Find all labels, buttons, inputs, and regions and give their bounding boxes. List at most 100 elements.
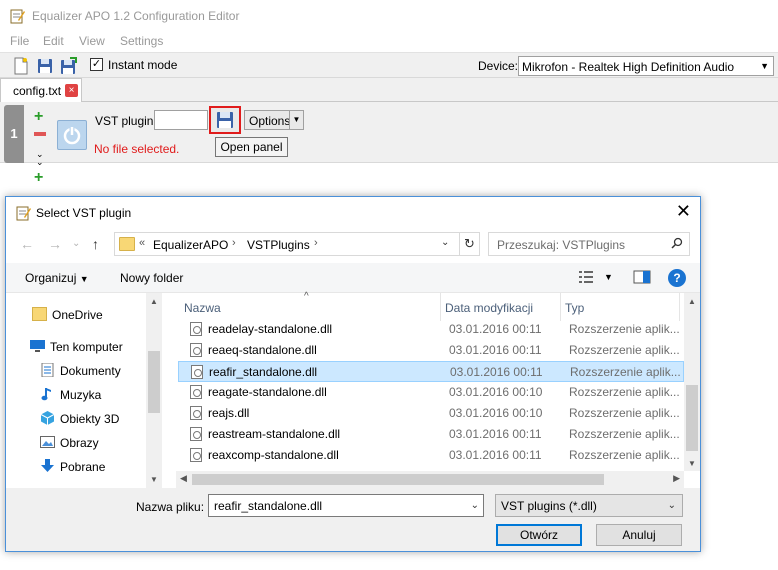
- add-filter-icon[interactable]: +: [34, 170, 46, 186]
- file-name: reastream-standalone.dll: [208, 427, 341, 441]
- power-toggle-button[interactable]: [57, 120, 87, 150]
- power-icon: [63, 126, 81, 145]
- column-label: Typ: [565, 301, 585, 315]
- close-icon[interactable]: ✕: [676, 202, 691, 220]
- list-item[interactable]: reaeq-standalone.dll 03.01.2016 00:11 Ro…: [178, 340, 684, 361]
- column-header-type[interactable]: Typ: [561, 293, 679, 321]
- column-divider[interactable]: [679, 293, 680, 321]
- add-filter-above-icon[interactable]: +: [34, 109, 46, 125]
- file-date: 03.01.2016 00:10: [449, 406, 543, 420]
- new-folder-button[interactable]: Nowy folder: [120, 271, 183, 285]
- vst-plugin-label: VST plugin:: [95, 114, 157, 128]
- filename-value: reafir_standalone.dll: [214, 499, 323, 513]
- column-header-date[interactable]: Data modyfikacji: [441, 293, 559, 321]
- menu-settings[interactable]: Settings: [120, 34, 163, 48]
- save-icon: [217, 112, 233, 128]
- file-type: Rozszerzenie aplik...: [569, 385, 680, 399]
- nav-scrollbar[interactable]: ▲ ▼: [146, 293, 162, 488]
- column-header-name[interactable]: Nazwa ^: [176, 291, 440, 321]
- menu-view[interactable]: View: [79, 34, 105, 48]
- chevron-down-icon[interactable]: ⌄ ⌄: [36, 150, 44, 167]
- chevron-down-icon[interactable]: ▼: [604, 272, 613, 282]
- dll-file-icon: [190, 385, 202, 399]
- up-arrow-icon[interactable]: ↑: [92, 236, 99, 252]
- forward-arrow-icon[interactable]: →: [48, 236, 62, 252]
- chevron-right-icon[interactable]: ›: [314, 237, 318, 249]
- chevron-down-icon[interactable]: ⌄: [441, 237, 449, 248]
- file-list-vertical-scrollbar[interactable]: ▲ ▼: [684, 293, 700, 471]
- chevron-down-icon[interactable]: ▼: [289, 111, 303, 129]
- title-bar: Equalizer APO 1.2 Configuration Editor: [0, 0, 778, 32]
- open-button[interactable]: Otwórz: [496, 524, 582, 546]
- tab-config[interactable]: config.txt ×: [0, 78, 82, 102]
- dialog-title: Select VST plugin: [36, 206, 132, 220]
- cancel-button[interactable]: Anuluj: [596, 524, 682, 546]
- breadcrumb-vstplugins[interactable]: VSTPlugins: [247, 238, 310, 252]
- save-icon[interactable]: [36, 57, 54, 75]
- search-icon: [671, 237, 683, 249]
- refresh-icon[interactable]: ↻: [459, 233, 479, 255]
- instant-mode-checkbox[interactable]: ✓: [90, 58, 103, 71]
- save-as-icon[interactable]: [59, 57, 77, 75]
- view-options-icon[interactable]: [578, 270, 596, 284]
- nav-label: Obiekty 3D: [60, 412, 120, 426]
- nav-label: Muzyka: [60, 388, 102, 402]
- download-arrow-icon: [41, 459, 54, 472]
- window-title: Equalizer APO 1.2 Configuration Editor: [32, 9, 240, 23]
- organize-button[interactable]: Organizuj ▼: [25, 271, 89, 285]
- breadcrumb-equalizerapo[interactable]: EqualizerAPO: [153, 238, 228, 252]
- dll-file-icon: [190, 343, 202, 357]
- scroll-thumb[interactable]: [148, 351, 160, 413]
- vst-plugin-path-input[interactable]: [154, 110, 208, 130]
- scroll-down-icon[interactable]: ▼: [150, 475, 158, 484]
- menu-bar: File Edit View Settings: [0, 32, 778, 52]
- file-type-value: VST plugins (*.dll): [501, 499, 597, 513]
- nav-label: Dokumenty: [60, 364, 121, 378]
- chevron-down-icon[interactable]: ⌄: [72, 238, 80, 249]
- scroll-thumb[interactable]: [686, 385, 698, 451]
- menu-file[interactable]: File: [10, 34, 29, 48]
- list-item[interactable]: reaxcomp-standalone.dll 03.01.2016 00:11…: [178, 445, 684, 466]
- music-note-icon: [41, 388, 51, 401]
- scroll-thumb[interactable]: [192, 474, 604, 485]
- breadcrumb-overflow[interactable]: «: [139, 237, 145, 249]
- list-item[interactable]: reajs.dll 03.01.2016 00:10 Rozszerzenie …: [178, 403, 684, 424]
- navigation-pane: OneDrive Ten komputer Dokumenty Muzyka O…: [6, 293, 162, 488]
- search-input[interactable]: Przeszukaj: VSTPlugins: [488, 232, 690, 256]
- file-list-horizontal-scrollbar[interactable]: ◀ ▶: [176, 471, 684, 488]
- help-icon[interactable]: ?: [668, 269, 686, 287]
- list-item[interactable]: readelay-standalone.dll 03.01.2016 00:11…: [178, 319, 684, 340]
- list-item[interactable]: reastream-standalone.dll 03.01.2016 00:1…: [178, 424, 684, 445]
- notepad-icon: [10, 9, 25, 24]
- close-tab-icon[interactable]: ×: [65, 84, 78, 97]
- scroll-up-icon[interactable]: ▲: [150, 297, 158, 306]
- list-item[interactable]: reagate-standalone.dll 03.01.2016 00:10 …: [178, 382, 684, 403]
- open-file-button[interactable]: [209, 106, 241, 134]
- file-type-select[interactable]: VST plugins (*.dll) ⌄: [495, 494, 683, 517]
- chevron-right-icon[interactable]: ›: [232, 237, 236, 249]
- device-select[interactable]: Mikrofon - Realtek High Definition Audio…: [518, 56, 774, 76]
- computer-icon: [30, 340, 45, 352]
- sort-ascending-icon: ^: [304, 291, 309, 302]
- chevron-down-icon[interactable]: ⌄: [471, 500, 479, 511]
- remove-filter-icon[interactable]: [34, 132, 46, 136]
- device-value: Mikrofon - Realtek High Definition Audio: [522, 60, 735, 74]
- file-date: 03.01.2016 00:11: [449, 427, 542, 441]
- scroll-left-icon[interactable]: ◀: [180, 473, 187, 484]
- scroll-right-icon[interactable]: ▶: [673, 473, 680, 484]
- new-file-icon[interactable]: [12, 57, 30, 75]
- filename-input[interactable]: reafir_standalone.dll ⌄: [208, 494, 484, 517]
- scroll-down-icon[interactable]: ▼: [688, 459, 696, 468]
- address-bar[interactable]: « EqualizerAPO › VSTPlugins › ⌄ ↻: [114, 232, 480, 256]
- select-vst-dialog: Select VST plugin ✕ ← → ⌄ ↑ « EqualizerA…: [5, 196, 701, 552]
- back-arrow-icon[interactable]: ←: [20, 236, 34, 252]
- column-label: Data modyfikacji: [445, 301, 534, 315]
- list-item-selected[interactable]: reafir_standalone.dll 03.01.2016 00:11 R…: [178, 361, 684, 382]
- organize-label: Organizuj: [25, 271, 77, 285]
- file-date: 03.01.2016 00:11: [449, 343, 542, 357]
- options-button[interactable]: Options ▼: [244, 110, 304, 130]
- pictures-icon: [40, 436, 55, 448]
- menu-edit[interactable]: Edit: [43, 34, 64, 48]
- scroll-up-icon[interactable]: ▲: [688, 297, 696, 306]
- preview-pane-icon[interactable]: [633, 270, 651, 284]
